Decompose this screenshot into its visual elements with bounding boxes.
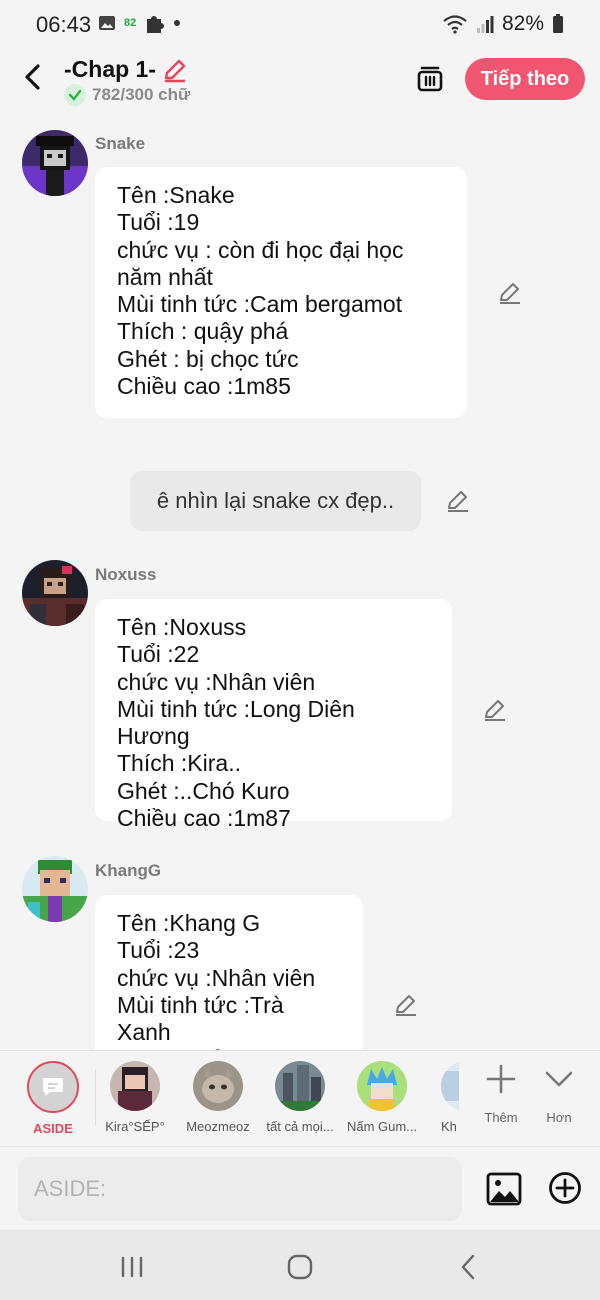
pencil-icon[interactable] — [497, 280, 523, 306]
chevron-down-icon — [545, 1071, 573, 1087]
delete-chapter-button[interactable] — [414, 62, 446, 94]
status-bar: 06:43 82 82% — [0, 0, 600, 48]
character-avatar — [441, 1061, 459, 1111]
message-bubble[interactable]: Tên :Noxuss Tuổi :22 chức vụ :Nhân viên … — [95, 599, 452, 831]
character-label: tất cả mọi... — [266, 1119, 334, 1134]
pencil-icon[interactable] — [162, 57, 188, 83]
editor-header: -Chap 1- 782/300 chữ Tiếp theo — [0, 48, 600, 114]
pencil-icon[interactable] — [482, 697, 508, 723]
composer — [0, 1146, 600, 1230]
more-button[interactable]: Hơn — [529, 1063, 589, 1125]
add-content-button[interactable] — [548, 1171, 582, 1205]
status-dot — [174, 20, 181, 26]
avatar-khangg[interactable] — [22, 856, 88, 922]
battery-icon — [553, 14, 563, 33]
pencil-icon[interactable] — [445, 488, 471, 514]
recent-apps-icon — [121, 1256, 143, 1278]
avatar-noxuss[interactable] — [22, 560, 88, 626]
add-label: Thêm — [484, 1110, 518, 1125]
character-label: Nấm Gum... — [346, 1119, 418, 1134]
next-button[interactable]: Tiếp theo — [465, 58, 585, 100]
home-button[interactable] — [285, 1252, 315, 1282]
character-meozmeoz[interactable]: Meozmeoz — [178, 1061, 258, 1134]
avatar-snake[interactable] — [22, 130, 88, 196]
gallery-icon — [99, 16, 115, 30]
wifi-icon — [443, 15, 467, 34]
status-badge: 82 — [124, 17, 137, 29]
character-bar: ASIDE Kira°SẾP° Meozmeoz tất cả mọi... N… — [0, 1050, 600, 1146]
character-everyone[interactable]: tất cả mọi... — [260, 1061, 340, 1134]
back-arrow-icon — [461, 1254, 475, 1280]
chevron-left-icon — [25, 64, 40, 90]
aside-label: ASIDE — [33, 1121, 73, 1136]
character-avatar — [357, 1061, 407, 1111]
character-kh[interactable]: Kh — [425, 1061, 459, 1134]
puzzle-icon — [147, 16, 165, 33]
add-character-button[interactable]: Thêm — [471, 1063, 531, 1125]
system-nav-bar — [0, 1230, 600, 1300]
image-icon — [486, 1172, 522, 1206]
chapter-title-text: -Chap 1- — [64, 56, 156, 82]
speaker-name: Snake — [95, 134, 146, 153]
aside-bubble[interactable]: ê nhìn lại snake cx đẹp.. — [130, 471, 421, 531]
plus-icon — [486, 1064, 516, 1094]
back-button[interactable] — [16, 60, 50, 94]
aside-selector[interactable]: ASIDE — [13, 1061, 93, 1136]
pencil-icon[interactable] — [393, 992, 419, 1018]
character-namgum[interactable]: Nấm Gum... — [342, 1061, 422, 1134]
status-time: 06:43 — [36, 12, 92, 37]
trash-icon — [417, 66, 443, 92]
speaker-name: KhangG — [95, 861, 162, 880]
character-label: Kira°SẾP° — [105, 1119, 165, 1134]
character-kira[interactable]: Kira°SẾP° — [95, 1061, 175, 1134]
character-avatar — [193, 1061, 243, 1111]
character-label: Meozmeoz — [186, 1119, 250, 1134]
word-count-text: 782/300 chữ — [92, 85, 191, 104]
chat-area[interactable]: Snake Tên :Snake Tuổi :19 chức vụ : còn … — [0, 114, 600, 1050]
battery-percent: 82% — [501, 12, 544, 35]
message-bubble[interactable]: Tên :Khang G Tuổi :23 chức vụ :Nhân viên… — [95, 895, 363, 1050]
plus-circle-icon — [549, 1172, 581, 1204]
recent-apps-button[interactable] — [117, 1252, 147, 1282]
more-label: Hơn — [546, 1110, 572, 1125]
aside-avatar — [27, 1061, 79, 1113]
signal-icon — [476, 16, 494, 33]
chapter-title[interactable]: -Chap 1- — [64, 56, 188, 83]
character-label: Kh — [441, 1119, 457, 1134]
nav-back-button[interactable] — [453, 1252, 483, 1282]
check-icon — [64, 84, 86, 106]
speaker-name: Noxuss — [95, 565, 157, 584]
status-system-icons: 82% — [442, 12, 564, 36]
message-bubble[interactable]: Tên :Snake Tuổi :19 chức vụ : còn đi học… — [95, 167, 467, 418]
insert-image-button[interactable] — [486, 1171, 522, 1207]
character-avatar — [275, 1061, 325, 1111]
app-screen: 06:43 82 82% -Chap 1- 782/300 chữ Tiếp t… — [0, 0, 600, 1300]
aside-input[interactable] — [18, 1157, 462, 1221]
character-avatar — [110, 1061, 160, 1111]
chat-bubble-icon — [43, 1078, 63, 1096]
word-count: 782/300 chữ — [64, 84, 190, 106]
status-notification-icons: 82 — [98, 12, 181, 34]
home-icon — [287, 1254, 313, 1280]
